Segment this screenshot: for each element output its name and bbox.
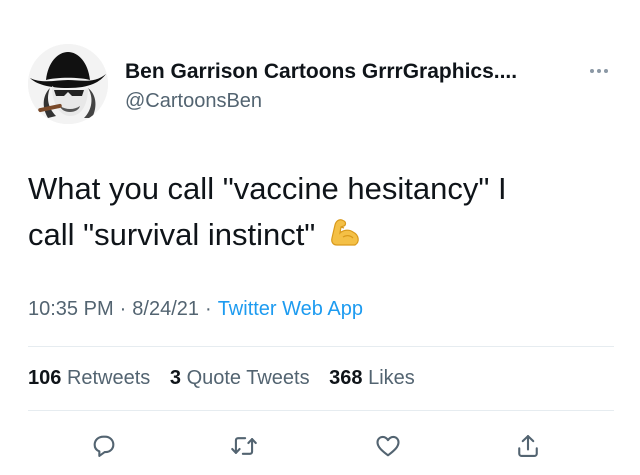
like-icon[interactable] (368, 426, 408, 466)
likes-stat[interactable]: 368 Likes (329, 367, 415, 389)
quotes-label: Quote Tweets (186, 367, 310, 389)
quotes-count: 3 (169, 367, 181, 389)
reply-icon[interactable] (84, 426, 124, 466)
tweet-timestamp-row: 10:35 PM · 8/24/21 · Twitter Web App (28, 298, 363, 321)
more-options-icon[interactable] (584, 60, 614, 82)
separator: · (205, 298, 212, 320)
share-icon[interactable] (508, 426, 548, 466)
retweets-stat[interactable]: 106 Retweets (28, 367, 150, 389)
flexed-biceps-emoji-icon (329, 215, 363, 249)
tweet-time[interactable]: 10:35 PM (28, 298, 114, 320)
user-handle[interactable]: @CartoonsBen (125, 90, 262, 113)
retweet-icon[interactable] (224, 426, 264, 466)
likes-label: Likes (368, 367, 415, 389)
retweets-label: Retweets (66, 367, 151, 389)
tweet-date[interactable]: 8/24/21 (132, 298, 199, 320)
tweet-actions (0, 420, 640, 470)
divider (28, 410, 614, 411)
divider (28, 346, 614, 347)
quote-tweets-stat[interactable]: 3 Quote Tweets (170, 367, 310, 389)
more-dot (590, 69, 594, 73)
tweet-text-line-2-content: call "survival instinct" (28, 217, 316, 252)
more-dot (597, 69, 601, 73)
tweet-text-line-2: call "survival instinct" (28, 212, 618, 258)
more-dot (604, 69, 608, 73)
cowboy-hat-portrait-icon (28, 44, 108, 124)
tweet-source-link[interactable]: Twitter Web App (218, 298, 363, 320)
tweet-card: Ben Garrison Cartoons GrrrGraphics.... @… (0, 0, 640, 475)
separator: · (119, 298, 127, 320)
likes-count: 368 (329, 367, 363, 389)
tweet-stats: 106 Retweets 3 Quote Tweets 368 Likes (28, 367, 429, 390)
avatar[interactable] (28, 44, 108, 124)
tweet-text: What you call "vaccine hesitancy" I call… (28, 166, 618, 258)
tweet-text-line-1: What you call "vaccine hesitancy" I (28, 171, 507, 206)
display-name[interactable]: Ben Garrison Cartoons GrrrGraphics.... (125, 60, 517, 84)
retweets-count: 106 (28, 367, 62, 389)
